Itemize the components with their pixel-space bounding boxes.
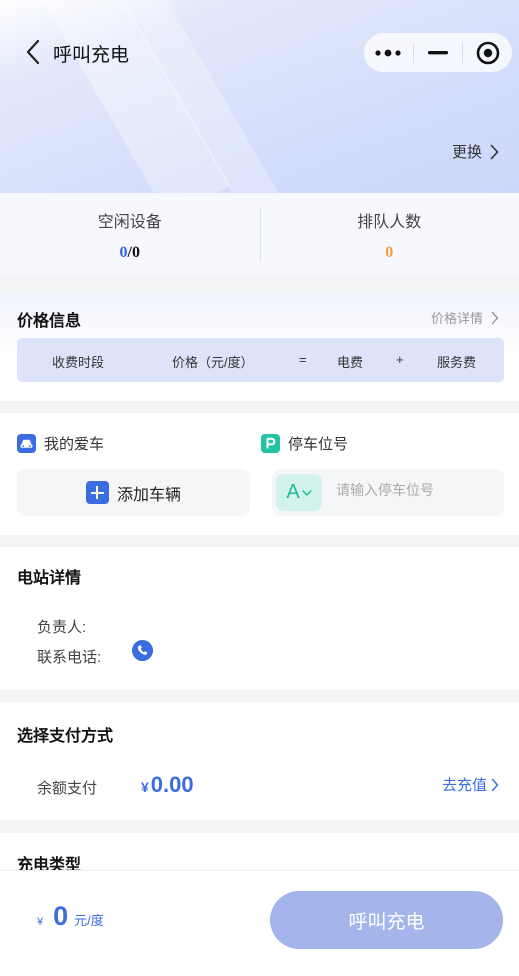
col-time-period: 收费时段 bbox=[52, 355, 105, 370]
page-title: 呼叫充电 bbox=[53, 45, 130, 66]
price-info-card: 价格信息 价格详情 收费时段 价格（元/度） = 电费 + 服务费 bbox=[0, 291, 519, 401]
phone-label: 联系电话: bbox=[37, 649, 102, 666]
unit-price: ¥ 0 元/度 bbox=[37, 901, 104, 932]
target-close-icon bbox=[476, 41, 499, 64]
idle-devices-label: 空闲设备 bbox=[97, 214, 162, 231]
idle-devices-value: 0/0 bbox=[0, 244, 260, 262]
unit-price-value: 0 bbox=[53, 901, 69, 931]
parking-space-input[interactable] bbox=[336, 482, 496, 498]
idle-available-count: 0 bbox=[119, 244, 128, 261]
minimize-button[interactable] bbox=[414, 33, 463, 72]
car-parking-card: 我的爱车 停车位号 添加车辆 A bbox=[0, 413, 519, 535]
col-price: 价格（元/度） bbox=[172, 355, 254, 370]
parking-label: 停车位号 bbox=[288, 436, 349, 453]
chevron-right-icon bbox=[491, 311, 499, 324]
price-detail-label: 价格详情 bbox=[430, 311, 483, 326]
parking-icon bbox=[261, 434, 280, 453]
balance-value: 0.00 bbox=[150, 772, 194, 797]
my-car-heading: 我的爱车 bbox=[17, 433, 104, 454]
car-icon bbox=[17, 434, 36, 453]
queue-stat: 排队人数 0 bbox=[260, 193, 519, 275]
col-equals: = bbox=[299, 352, 307, 367]
price-info-title: 价格信息 bbox=[17, 313, 82, 330]
chevron-right-icon bbox=[490, 144, 499, 159]
chevron-down-icon bbox=[301, 489, 312, 496]
queue-count: 0 bbox=[385, 244, 394, 261]
price-detail-link[interactable]: 价格详情 bbox=[431, 308, 499, 327]
col-plus: + bbox=[396, 352, 404, 367]
unit-price-currency: ¥ bbox=[37, 916, 44, 928]
bottom-action-bar: ¥ 0 元/度 呼叫充电 bbox=[0, 870, 519, 976]
station-stats: 空闲设备 0/0 排队人数 0 bbox=[0, 193, 519, 275]
my-car-label: 我的爱车 bbox=[44, 436, 105, 453]
unit-price-unit: 元/度 bbox=[74, 913, 104, 928]
mini-program-capsule bbox=[364, 33, 512, 72]
balance-currency: ¥ bbox=[141, 779, 149, 795]
more-button[interactable] bbox=[364, 33, 413, 72]
close-button[interactable] bbox=[463, 33, 512, 72]
header-banner: 呼叫充电 更换 bbox=[0, 0, 519, 193]
parking-heading: 停车位号 bbox=[261, 433, 348, 454]
plus-icon bbox=[85, 481, 109, 504]
recharge-link[interactable]: 去充值 bbox=[442, 774, 499, 795]
chevron-right-icon bbox=[491, 778, 499, 791]
balance-payment-option[interactable]: 余额支付 bbox=[37, 777, 97, 798]
change-station-button[interactable]: 更换 bbox=[452, 141, 499, 162]
charge-type-card: 充电类型 bbox=[0, 833, 519, 874]
parking-zone-select[interactable]: A bbox=[276, 474, 322, 511]
minimize-icon bbox=[428, 50, 448, 54]
idle-devices-stat: 空闲设备 0/0 bbox=[0, 193, 260, 275]
manager-label: 负责人: bbox=[37, 619, 87, 636]
col-electricity-fee: 电费 bbox=[337, 355, 364, 370]
add-car-label: 添加车辆 bbox=[116, 486, 181, 504]
station-details-card: 电站详情 负责人: 联系电话: bbox=[0, 547, 519, 690]
parking-zone-value: A bbox=[286, 481, 300, 503]
payment-method-card: 选择支付方式 余额支付 ¥0.00 去充值 bbox=[0, 702, 519, 820]
balance-amount: ¥0.00 bbox=[141, 772, 194, 798]
phone-call-icon[interactable] bbox=[132, 640, 153, 661]
payment-method-title: 选择支付方式 bbox=[17, 728, 114, 745]
idle-total-count: 0 bbox=[131, 244, 140, 261]
station-details-title: 电站详情 bbox=[17, 570, 82, 587]
call-charging-button[interactable]: 呼叫充电 bbox=[270, 891, 503, 949]
change-label: 更换 bbox=[451, 144, 482, 161]
add-car-button[interactable]: 添加车辆 bbox=[17, 469, 250, 516]
back-arrow-icon[interactable] bbox=[22, 38, 46, 66]
more-dots-icon bbox=[375, 49, 401, 56]
recharge-label: 去充值 bbox=[441, 777, 487, 794]
price-table-header: 收费时段 价格（元/度） = 电费 + 服务费 bbox=[17, 338, 504, 382]
col-service-fee: 服务费 bbox=[437, 355, 477, 370]
queue-label: 排队人数 bbox=[357, 214, 422, 231]
stats-divider bbox=[260, 207, 261, 261]
parking-space-field: A bbox=[272, 469, 504, 516]
